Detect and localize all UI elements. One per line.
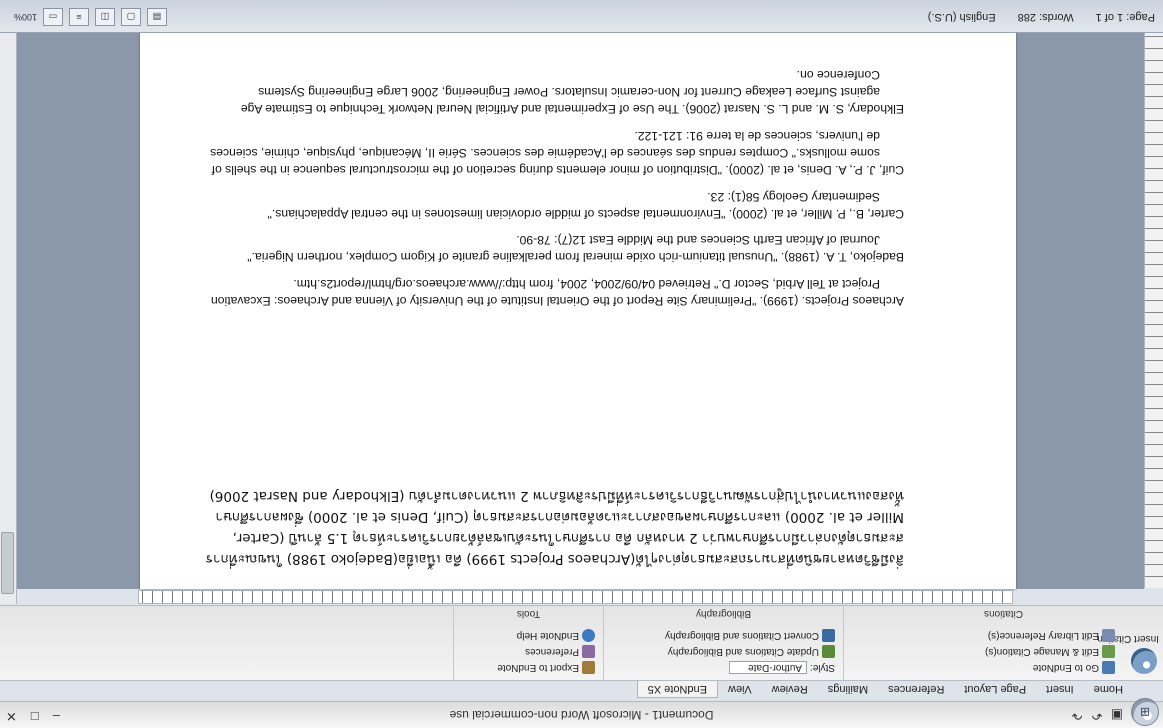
reference-item[interactable]: Badejoko, T. A. (1988). "Unusual titaniu… [204, 231, 904, 266]
ribbon: Insert Citation Go to EndNote Edit & Man… [0, 605, 1163, 681]
tab-references[interactable]: References [878, 681, 954, 697]
web-layout-icon[interactable]: ◫ [95, 8, 116, 26]
title-bar: ⊞ ▣ ↶ ↷ Document1 - Microsoft Word non-c… [0, 698, 1163, 728]
status-left: Page: 1 of 1 Words: 288 English (U.S.) [928, 11, 1155, 23]
full-screen-icon[interactable]: ▢ [121, 8, 142, 26]
reference-item[interactable]: Elkhodary, S. M. and L. S. Nasrat (2006)… [204, 65, 904, 117]
body-paragraph[interactable]: สิ่งมีชีวิตหลายชนิดที่สามารถสะสมธาตุต่าง… [204, 485, 904, 569]
window-controls: – □ ✕ [6, 708, 60, 724]
maximize-icon[interactable]: □ [31, 708, 39, 724]
help-icon [582, 629, 595, 642]
tools-group-label: Tools [516, 608, 541, 619]
minimize-icon[interactable]: – [53, 708, 60, 724]
word-count[interactable]: Words: 288 [1018, 11, 1074, 23]
edit-manage-citations-button[interactable]: Edit & Manage Citation(s) [985, 645, 1115, 658]
ribbon-tabs: Home Insert Page Layout References Maili… [0, 681, 1163, 701]
convert-citations-button[interactable]: Convert Citations and Bibliography [665, 629, 835, 642]
library-icon [1102, 629, 1115, 642]
convert-icon [822, 629, 835, 642]
horizontal-ruler[interactable] [138, 590, 1013, 604]
tab-insert[interactable]: Insert [1036, 681, 1084, 697]
page-count[interactable]: Page: 1 of 1 [1096, 11, 1155, 23]
document-area: สิ่งมีชีวิตหลายชนิดที่สามารถสะสมธาตุต่าง… [17, 33, 1144, 589]
reference-item[interactable]: Archaeos Projects. (1999). "Preliminary … [204, 274, 904, 309]
tab-endnote[interactable]: EndNote X5 [636, 681, 718, 698]
window-title: Document1 - Microsoft Word non-commercia… [449, 708, 714, 722]
scrollbar-thumb[interactable] [1, 532, 14, 594]
export-endnote-button[interactable]: Export to EndNote [497, 661, 595, 674]
citations-group: Insert Citation Go to EndNote Edit & Man… [843, 606, 1163, 680]
reference-item[interactable]: Carter, B., P. Miller, et al. (2000). "E… [204, 187, 904, 222]
close-icon[interactable]: ✕ [6, 708, 17, 724]
reference-item[interactable]: Cuif, J. P., A. Denis, et al. (2000). "D… [204, 126, 904, 178]
outline-icon[interactable]: ≡ [69, 8, 90, 26]
draft-icon[interactable]: ▭ [43, 8, 64, 26]
edit-library-references-button[interactable]: Edit Library Reference(s) [988, 629, 1115, 642]
vertical-ruler[interactable] [1144, 33, 1163, 588]
preferences-icon [582, 645, 595, 658]
thai-paragraph[interactable]: สิ่งมีชีวิตหลายชนิดที่สามารถสะสมธาตุต่าง… [204, 485, 904, 569]
document-page[interactable]: สิ่งมีชีวิตหลายชนิดที่สามารถสะสมธาตุต่าง… [140, 33, 1016, 589]
language-indicator[interactable]: English (U.S.) [928, 11, 996, 23]
endnote-icon [1102, 661, 1115, 674]
update-icon [822, 645, 835, 658]
tab-view[interactable]: View [718, 681, 762, 697]
style-selector[interactable]: Style: Author-Date [729, 661, 835, 674]
citations-group-label: Citations [984, 608, 1023, 619]
tab-page-layout[interactable]: Page Layout [954, 681, 1036, 697]
word-window: ⊞ ▣ ↶ ↷ Document1 - Microsoft Word non-c… [0, 0, 1163, 728]
insert-citation-icon[interactable] [1131, 648, 1157, 674]
vertical-scrollbar[interactable] [0, 33, 17, 604]
tools-group: Export to EndNote Preferences EndNote He… [453, 606, 603, 680]
status-bar: Page: 1 of 1 Words: 288 English (U.S.) ▤… [0, 0, 1163, 33]
go-to-endnote-button[interactable]: Go to EndNote [1033, 661, 1115, 674]
preferences-button[interactable]: Preferences [525, 645, 595, 658]
endnote-help-button[interactable]: EndNote Help [517, 629, 595, 642]
tab-mailings[interactable]: Mailings [818, 681, 878, 697]
update-citations-button[interactable]: Update Citations and Bibliography [668, 645, 835, 658]
bibliography-group-label: Bibliography [695, 608, 752, 619]
print-layout-icon[interactable]: ▤ [147, 8, 168, 26]
tab-review[interactable]: Review [762, 681, 818, 697]
bibliography-list: Archaeos Projects. (1999). "Preliminary … [204, 56, 904, 309]
bibliography-group: Style: Author-Date Update Citations and B… [603, 606, 843, 680]
edit-citations-icon [1102, 645, 1115, 658]
status-right: ▤ ▢ ◫ ≡ ▭ 100% [14, 8, 168, 26]
export-icon [582, 661, 595, 674]
zoom-level[interactable]: 100% [14, 9, 37, 25]
tab-home[interactable]: Home [1084, 681, 1133, 697]
